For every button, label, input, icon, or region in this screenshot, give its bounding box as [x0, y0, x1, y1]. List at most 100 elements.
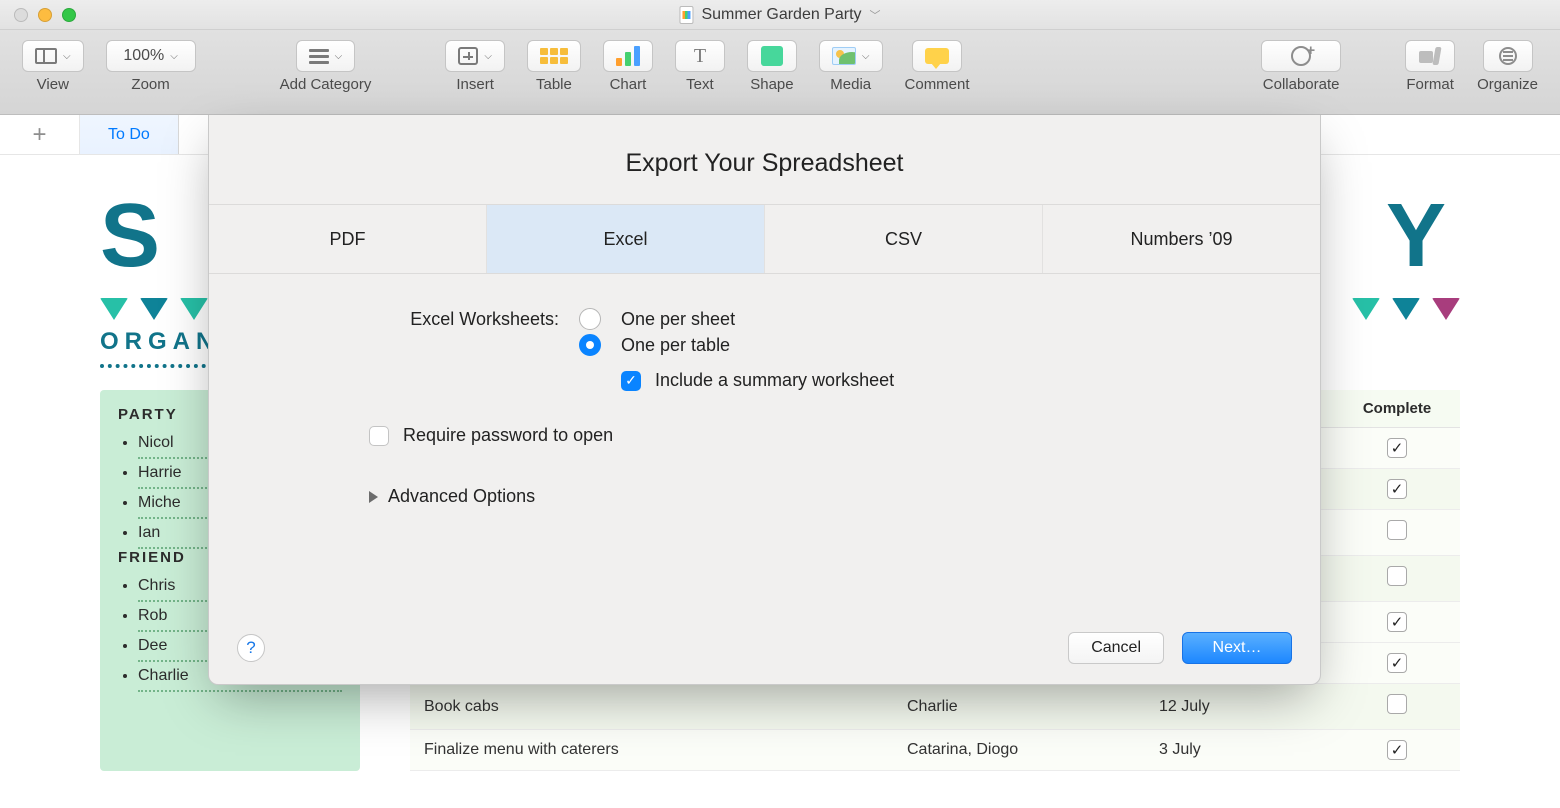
text-button[interactable]: T: [675, 40, 725, 72]
checkbox-require-password[interactable]: [369, 426, 389, 446]
collaborate-button[interactable]: [1261, 40, 1341, 72]
traffic-lights: [14, 8, 76, 22]
document-icon: [679, 6, 693, 24]
collaborate-icon: [1291, 46, 1311, 66]
table-row: Book cabsCharlie12 July: [410, 684, 1460, 730]
advanced-options-label: Advanced Options: [388, 486, 535, 507]
view-button[interactable]: ⌵: [22, 40, 84, 72]
doc-title-right: Y: [1352, 185, 1460, 288]
chevron-down-icon: ⌵: [63, 51, 71, 62]
chevron-down-icon: ﹀: [870, 7, 881, 23]
complete-checkbox[interactable]: ✓: [1387, 479, 1407, 499]
tab-numbers-09[interactable]: Numbers ’09: [1042, 205, 1320, 273]
zoom-value: 100%: [123, 47, 164, 65]
chart-button[interactable]: [603, 40, 653, 72]
checkbox-include-summary-label: Include a summary worksheet: [655, 370, 894, 391]
format-button[interactable]: [1405, 40, 1455, 72]
complete-checkbox[interactable]: ✓: [1387, 612, 1407, 632]
disclosure-triangle-icon: [369, 491, 378, 503]
minimize-window-button[interactable]: [38, 8, 52, 22]
chevron-down-icon: ⌵: [335, 51, 343, 62]
zoom-window-button[interactable]: [62, 8, 76, 22]
text-icon: T: [694, 45, 706, 68]
add-sheet-button[interactable]: +: [0, 115, 80, 154]
list-icon: [309, 49, 329, 64]
add-category-button[interactable]: ⌵: [296, 40, 356, 72]
help-button[interactable]: ?: [237, 634, 265, 662]
dialog-title: Export Your Spreadsheet: [209, 115, 1320, 204]
media-icon: [832, 47, 856, 65]
checkbox-include-summary[interactable]: ✓: [621, 371, 641, 391]
chart-label: Chart: [610, 76, 647, 93]
complete-checkbox[interactable]: [1387, 520, 1407, 540]
complete-checkbox[interactable]: ✓: [1387, 740, 1407, 760]
table-icon: [540, 48, 568, 64]
close-window-button[interactable]: [14, 8, 28, 22]
radio-one-per-table-label: One per table: [621, 335, 730, 356]
complete-checkbox[interactable]: [1387, 694, 1407, 714]
add-category-label: Add Category: [280, 76, 372, 93]
checkbox-require-password-label: Require password to open: [403, 425, 613, 446]
bunting-decoration: [1352, 298, 1460, 320]
complete-checkbox[interactable]: ✓: [1387, 653, 1407, 673]
next-button[interactable]: Next…: [1182, 632, 1292, 664]
comment-label: Comment: [905, 76, 970, 93]
chart-icon: [616, 46, 640, 66]
who-cell: Charlie: [893, 684, 1145, 730]
task-cell: Finalize menu with caterers: [410, 730, 893, 771]
complete-checkbox[interactable]: ✓: [1387, 438, 1407, 458]
radio-one-per-sheet[interactable]: [579, 308, 601, 330]
shape-label: Shape: [750, 76, 793, 93]
shape-button[interactable]: [747, 40, 797, 72]
dialog-footer: ? Cancel Next…: [209, 612, 1320, 684]
view-label: View: [37, 76, 69, 93]
due-cell: 3 July: [1145, 730, 1334, 771]
text-label: Text: [686, 76, 714, 93]
comment-button[interactable]: [912, 40, 962, 72]
advanced-options-disclosure[interactable]: Advanced Options: [369, 486, 1260, 507]
chevron-down-icon: ⌵: [862, 51, 870, 62]
format-icon: [1419, 47, 1441, 65]
view-icon: [35, 48, 57, 64]
zoom-button[interactable]: 100% ⌵: [106, 40, 196, 72]
document-title: Summer Garden Party: [701, 6, 861, 24]
radio-one-per-sheet-label: One per sheet: [621, 309, 735, 330]
sheet-tab-todo[interactable]: To Do: [80, 115, 179, 154]
window-title[interactable]: Summer Garden Party ﹀: [679, 6, 880, 24]
organize-button[interactable]: [1483, 40, 1533, 72]
tab-excel[interactable]: Excel: [486, 205, 764, 273]
cancel-button[interactable]: Cancel: [1068, 632, 1164, 664]
due-cell: 12 July: [1145, 684, 1334, 730]
who-cell: Catarina, Diogo: [893, 730, 1145, 771]
comment-icon: [925, 48, 949, 64]
tab-pdf[interactable]: PDF: [209, 205, 486, 273]
table-label: Table: [536, 76, 572, 93]
media-button[interactable]: ⌵: [819, 40, 883, 72]
toolbar: ⌵ View 100% ⌵ Zoom ⌵ Add Category ⌵ Inser…: [0, 30, 1560, 115]
sheet-tab-label: To Do: [108, 126, 150, 144]
options-panel: Excel Worksheets: One per sheet One per …: [209, 274, 1320, 612]
organize-icon: [1499, 47, 1517, 65]
format-label: Format: [1406, 76, 1454, 93]
worksheets-label: Excel Worksheets:: [369, 309, 559, 330]
radio-one-per-table[interactable]: [579, 334, 601, 356]
insert-icon: [458, 47, 478, 65]
column-complete: Complete: [1334, 390, 1460, 428]
shape-icon: [761, 46, 783, 66]
tab-csv[interactable]: CSV: [764, 205, 1042, 273]
organize-label: Organize: [1477, 76, 1538, 93]
collaborate-label: Collaborate: [1263, 76, 1340, 93]
window-titlebar: Summer Garden Party ﹀: [0, 0, 1560, 30]
task-cell: Book cabs: [410, 684, 893, 730]
chevron-down-icon: ⌵: [170, 51, 178, 62]
export-dialog: Export Your Spreadsheet PDFExcelCSVNumbe…: [208, 115, 1321, 685]
insert-label: Insert: [456, 76, 494, 93]
format-tabs: PDFExcelCSVNumbers ’09: [209, 204, 1320, 274]
zoom-label: Zoom: [131, 76, 169, 93]
complete-checkbox[interactable]: [1387, 566, 1407, 586]
table-row: Finalize menu with caterersCatarina, Dio…: [410, 730, 1460, 771]
table-button[interactable]: [527, 40, 581, 72]
chevron-down-icon: ⌵: [484, 51, 492, 62]
insert-button[interactable]: ⌵: [445, 40, 505, 72]
media-label: Media: [830, 76, 871, 93]
